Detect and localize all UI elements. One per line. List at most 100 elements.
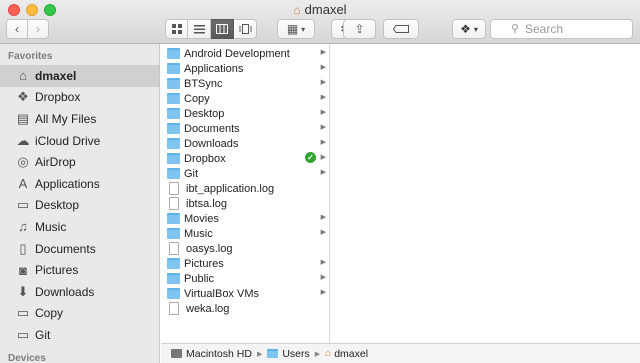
tag-button[interactable] bbox=[383, 19, 419, 39]
arrange-button[interactable]: ▦ ▾ bbox=[277, 19, 315, 39]
browser-column-2[interactable] bbox=[331, 44, 640, 343]
list-item[interactable]: BTSync ▶ bbox=[161, 76, 329, 91]
coverflow-view-button[interactable] bbox=[234, 19, 257, 39]
sidebar-section-favorites: Favorites bbox=[8, 51, 53, 62]
arrange-grid-icon: ▦ bbox=[286, 22, 299, 36]
sidebar-item-copy[interactable]: ▭ Copy bbox=[0, 303, 159, 325]
folder-icon bbox=[267, 349, 279, 358]
item-label: Copy bbox=[184, 92, 210, 105]
list-item[interactable]: Git ▶ bbox=[161, 166, 329, 181]
list-item[interactable]: ibt_application.log bbox=[161, 181, 329, 196]
sidebar-item-desktop[interactable]: ▭ Desktop bbox=[0, 195, 159, 217]
document-icon bbox=[169, 302, 179, 315]
sidebar-item-airdrop[interactable]: ◎ AirDrop bbox=[0, 151, 159, 173]
coverflow-view-icon bbox=[239, 24, 251, 34]
list-view-button[interactable] bbox=[188, 19, 211, 39]
sidebar-item-dropbox[interactable]: ❖ Dropbox bbox=[0, 87, 159, 109]
list-item[interactable]: Pictures ▶ bbox=[161, 256, 329, 271]
sidebar-item-label: Downloads bbox=[35, 284, 95, 299]
column-view-button[interactable] bbox=[211, 19, 234, 39]
chevron-left-icon: ‹ bbox=[15, 22, 19, 36]
sidebar-item-dmaxel[interactable]: ⌂ dmaxel bbox=[0, 65, 159, 87]
document-icon bbox=[169, 182, 179, 195]
sidebar-item-all-my-files[interactable]: ▤ All My Files bbox=[0, 108, 159, 130]
list-item[interactable]: Documents ▶ bbox=[161, 121, 329, 136]
item-label: weka.log bbox=[186, 302, 230, 315]
item-label: Dropbox bbox=[184, 152, 226, 165]
list-item[interactable]: Desktop ▶ bbox=[161, 106, 329, 121]
sync-check-icon: ✓ bbox=[305, 152, 316, 163]
music-icon: ♫ bbox=[18, 219, 28, 235]
folder-icon bbox=[167, 228, 180, 239]
disclosure-arrow-icon: ▶ bbox=[320, 139, 326, 146]
disclosure-arrow-icon: ▶ bbox=[320, 169, 326, 176]
list-item[interactable]: Downloads ▶ bbox=[161, 136, 329, 151]
sidebar-item-music[interactable]: ♫ Music bbox=[0, 216, 159, 238]
item-label: VirtualBox VMs bbox=[184, 287, 259, 300]
sidebar-item-applications[interactable]: A Applications bbox=[0, 173, 159, 195]
sidebar-item-icloud-drive[interactable]: ☁ iCloud Drive bbox=[0, 130, 159, 152]
chevron-right-icon: › bbox=[36, 22, 40, 36]
search-icon: ⚲ bbox=[511, 23, 520, 35]
list-item[interactable]: Dropbox ✓ ▶ bbox=[161, 151, 329, 166]
list-item[interactable]: Android Development ▶ bbox=[161, 46, 329, 61]
item-label: Pictures bbox=[184, 257, 224, 270]
home-icon: ⌂ bbox=[19, 68, 27, 84]
sidebar-item-label: Copy bbox=[35, 306, 64, 321]
view-mode-selector bbox=[165, 19, 257, 39]
path-segment-users[interactable]: Users bbox=[267, 347, 310, 360]
search-placeholder: Search bbox=[525, 22, 564, 36]
documents-icon: ▯ bbox=[19, 240, 27, 256]
item-label: Music bbox=[184, 227, 213, 240]
back-button[interactable]: ‹ bbox=[6, 19, 28, 39]
disclosure-arrow-icon: ▶ bbox=[320, 109, 326, 116]
icon-view-button[interactable] bbox=[165, 19, 188, 39]
item-label: ibt_application.log bbox=[186, 182, 275, 195]
dropbox-icon: ❖ bbox=[17, 89, 29, 105]
path-segment-dmaxel[interactable]: ⌂ dmaxel bbox=[325, 348, 368, 360]
dropbox-toolbar-button[interactable]: ❖ ▾ bbox=[452, 19, 486, 39]
folder-icon bbox=[167, 153, 180, 164]
path-bar: Macintosh HD ▶ Users ▶ ⌂ dmaxel bbox=[161, 343, 640, 363]
disclosure-arrow-icon: ▶ bbox=[320, 274, 326, 281]
sidebar-item-documents[interactable]: ▯ Documents bbox=[0, 238, 159, 260]
cloud-icon: ☁ bbox=[16, 132, 30, 148]
path-segment-label: Macintosh HD bbox=[186, 347, 252, 360]
list-item[interactable]: Movies ▶ bbox=[161, 211, 329, 226]
list-item[interactable]: ibtsa.log bbox=[161, 196, 329, 211]
sidebar-item-git[interactable]: ▭ Git bbox=[0, 324, 159, 346]
list-item[interactable]: Music ▶ bbox=[161, 226, 329, 241]
sidebar-item-label: Desktop bbox=[35, 198, 80, 213]
folder-icon bbox=[167, 168, 180, 179]
list-item[interactable]: Copy ▶ bbox=[161, 91, 329, 106]
window-title-text: dmaxel bbox=[304, 2, 347, 17]
document-icon bbox=[169, 242, 179, 255]
download-icon: ⬇ bbox=[17, 283, 29, 299]
disclosure-arrow-icon: ▶ bbox=[320, 214, 326, 221]
disclosure-arrow-icon: ▶ bbox=[320, 94, 326, 101]
list-item[interactable]: weka.log bbox=[161, 301, 329, 316]
share-button[interactable]: ⇪ bbox=[343, 19, 376, 39]
item-label: Desktop bbox=[184, 107, 225, 120]
list-item[interactable]: VirtualBox VMs ▶ bbox=[161, 286, 329, 301]
sidebar-item-label: dmaxel bbox=[35, 68, 77, 83]
item-label: Documents bbox=[184, 122, 240, 135]
list-item[interactable]: Applications ▶ bbox=[161, 61, 329, 76]
sidebar-item-label: AirDrop bbox=[35, 155, 76, 170]
disclosure-arrow-icon: ▶ bbox=[320, 124, 326, 131]
path-segment-macintosh-hd[interactable]: Macintosh HD bbox=[171, 348, 252, 360]
sidebar-item-label: Git bbox=[35, 327, 51, 342]
forward-button[interactable]: › bbox=[27, 19, 49, 39]
window-title: ⌂ dmaxel bbox=[0, 2, 640, 17]
sidebar-item-downloads[interactable]: ⬇ Downloads bbox=[0, 281, 159, 303]
path-separator-icon: ▶ bbox=[314, 350, 321, 358]
path-segment-label: Users bbox=[282, 347, 310, 360]
list-item[interactable]: oasys.log bbox=[161, 241, 329, 256]
icon-view-icon bbox=[171, 24, 182, 34]
search-field[interactable]: ⚲ Search bbox=[490, 19, 633, 39]
sidebar-item-label: Documents bbox=[35, 241, 96, 256]
list-item[interactable]: Public ▶ bbox=[161, 271, 329, 286]
sidebar-item-pictures[interactable]: ◙ Pictures bbox=[0, 259, 159, 281]
applications-icon: A bbox=[18, 176, 28, 192]
folder-icon bbox=[167, 93, 180, 104]
